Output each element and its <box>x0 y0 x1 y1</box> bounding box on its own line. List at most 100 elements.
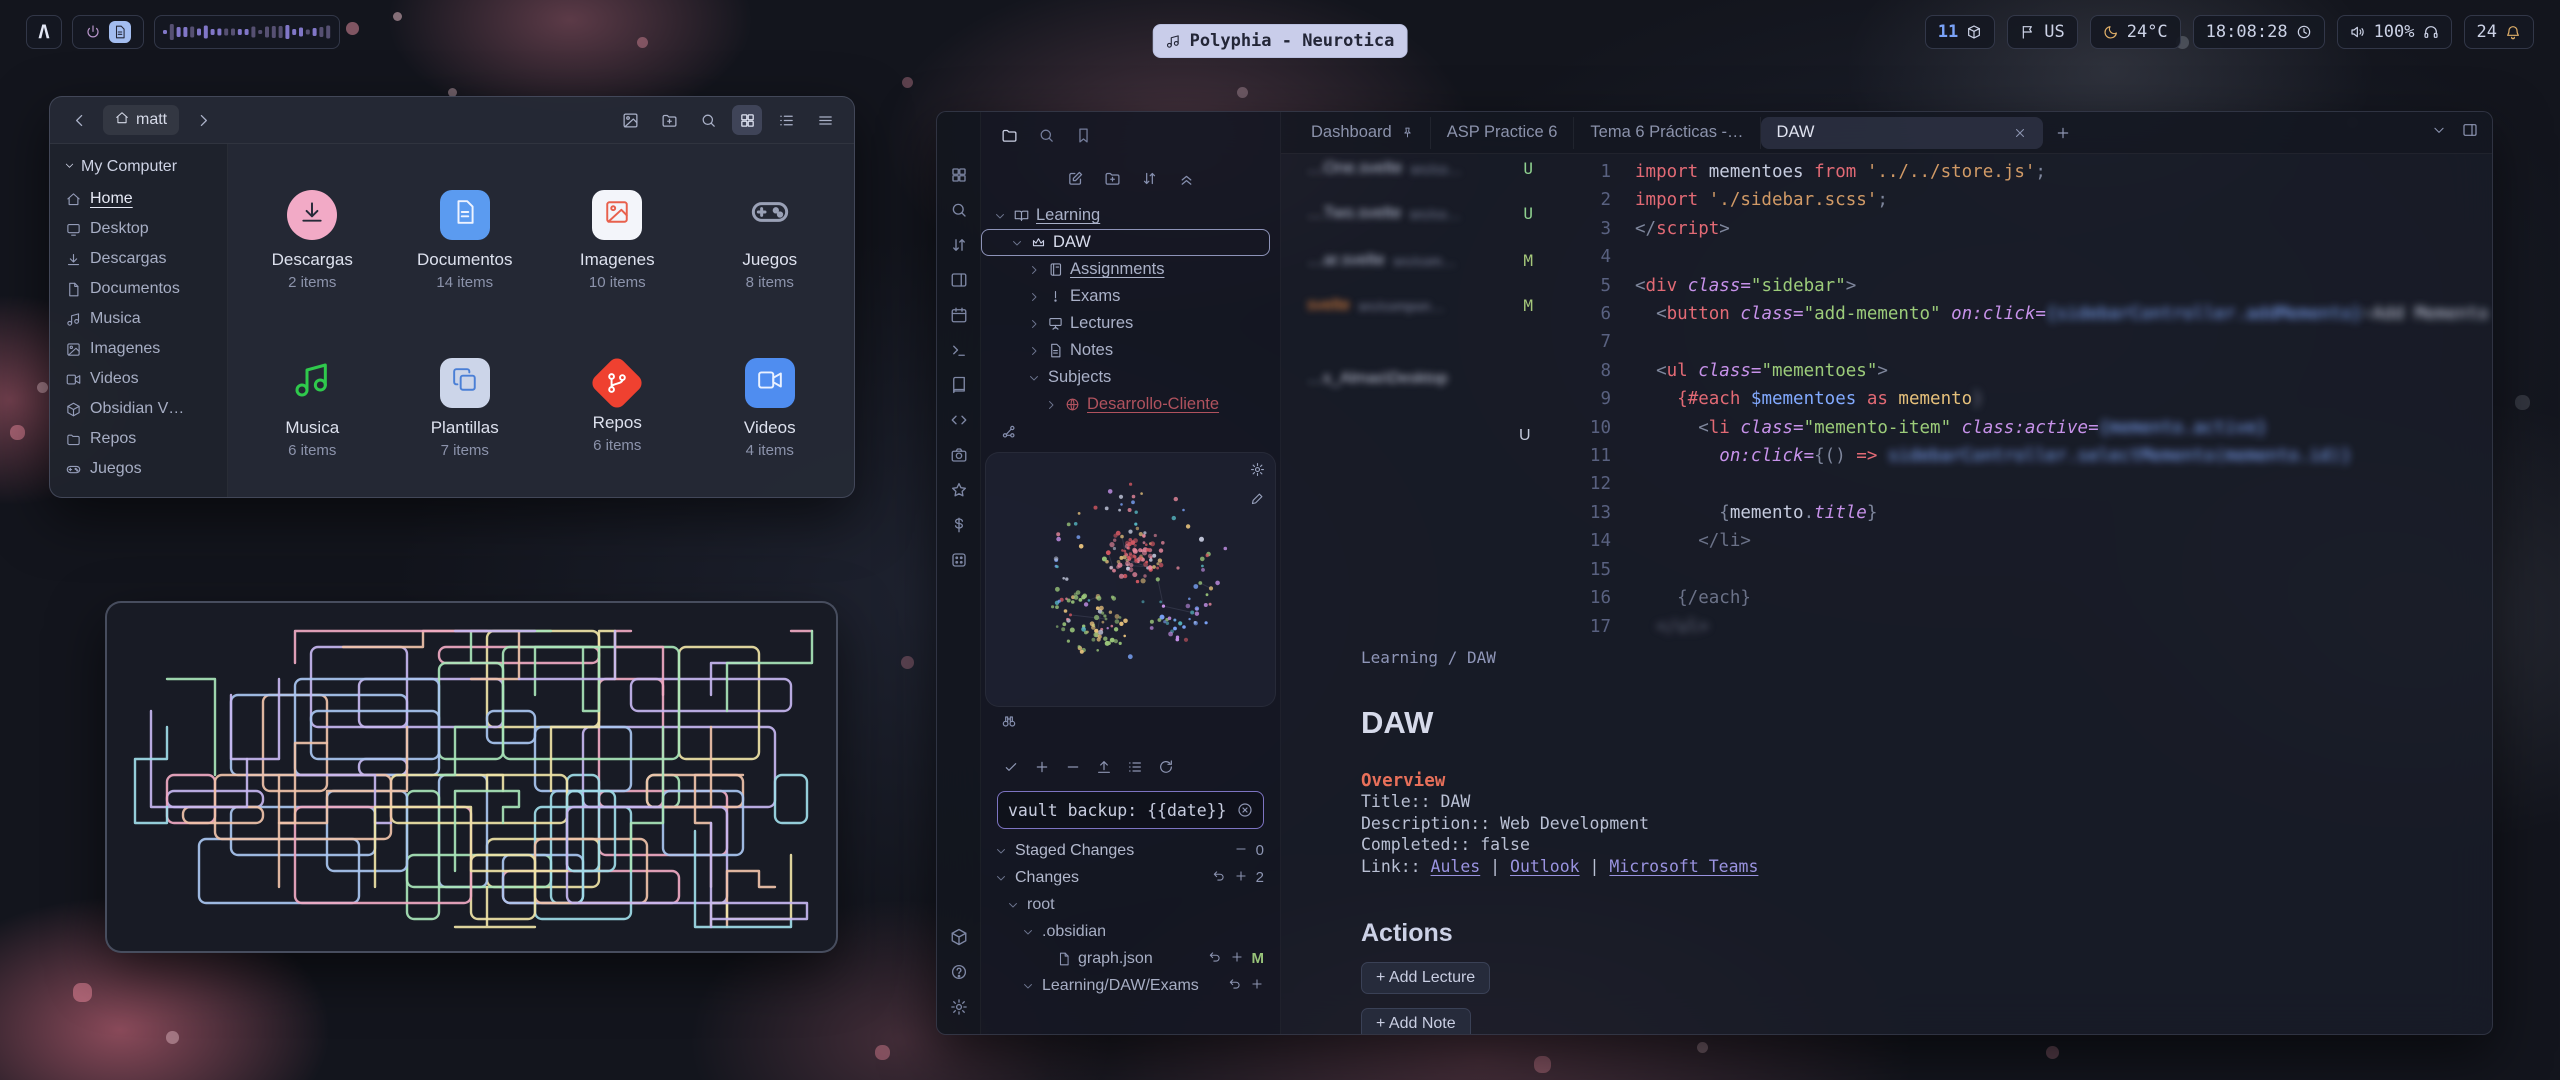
tab-tema-6-pr-cticas[interactable]: Tema 6 Prácticas -… <box>1574 117 1760 149</box>
graph-panel-icon[interactable] <box>1001 424 1017 445</box>
blurred-file-item[interactable]: …ar.sveltesrc/com…M <box>1307 251 1533 270</box>
tree-item-learning[interactable]: Learning <box>981 202 1270 229</box>
launcher-button[interactable]: Λ <box>26 15 62 49</box>
preview-toggle-icon[interactable] <box>615 105 645 135</box>
git-panel-icon[interactable] <box>1001 713 1017 734</box>
tab-dashboard[interactable]: Dashboard <box>1295 117 1431 149</box>
sidebar-item-juegos[interactable]: Juegos <box>58 454 219 484</box>
commit-message-input[interactable]: vault backup: {{date}} <box>997 791 1264 829</box>
tab-asp-practice-6[interactable]: ASP Practice 6 <box>1431 117 1575 149</box>
git-section-changes[interactable]: Changes2 <box>981 864 1280 891</box>
link-microsoft-teams[interactable]: Microsoft Teams <box>1609 857 1758 876</box>
help-ribbon-icon[interactable] <box>948 961 970 983</box>
list-git-icon[interactable] <box>1127 759 1143 780</box>
minus-git-icon[interactable] <box>1065 759 1081 780</box>
folder-plantillas[interactable]: Plantillas7 items <box>389 324 542 492</box>
tree-item-notes[interactable]: Notes <box>981 337 1270 364</box>
button-add-lecture[interactable]: + Add Lecture <box>1361 962 1490 994</box>
plus-icon[interactable] <box>1230 950 1244 968</box>
folder-sidebar-tab-icon[interactable] <box>1001 127 1018 149</box>
folder-descargas[interactable]: Descargas2 items <box>236 156 389 324</box>
folder-musica[interactable]: Musica6 items <box>236 324 389 492</box>
breadcrumb[interactable]: matt <box>103 105 179 135</box>
notes-icon[interactable] <box>109 21 131 43</box>
folder-juegos[interactable]: Juegos8 items <box>694 156 847 324</box>
refresh-git-icon[interactable] <box>1158 759 1174 780</box>
git-change-learning-daw-exams[interactable]: Learning/DAW/Exams <box>981 972 1280 999</box>
sidebar-item-documentos[interactable]: Documentos <box>58 274 219 304</box>
sidebar-item-videos[interactable]: Videos <box>58 364 219 394</box>
dollar-ribbon-icon[interactable] <box>948 514 970 536</box>
tree-item-desarrollo-cliente[interactable]: Desarrollo-Cliente <box>981 391 1270 418</box>
undo-icon[interactable] <box>1212 869 1226 887</box>
graph-style-icon[interactable] <box>1250 491 1265 511</box>
code-ribbon-icon[interactable] <box>948 409 970 431</box>
sort-ribbon-icon[interactable] <box>948 234 970 256</box>
tree-item-assignments[interactable]: Assignments <box>981 256 1270 283</box>
sidebar-item-repos[interactable]: Repos <box>58 424 219 454</box>
media-pill[interactable]: Polyphia - Neurotica <box>1153 24 1408 58</box>
edit-action-icon[interactable] <box>1067 170 1084 187</box>
tab-daw[interactable]: DAW <box>1761 117 2043 149</box>
keyboard-layout-pill[interactable]: US <box>2007 15 2077 49</box>
plus-git-icon[interactable] <box>1034 759 1050 780</box>
tree-item-daw[interactable]: DAW <box>981 229 1270 256</box>
notifications-pill[interactable]: 24 <box>2464 15 2534 49</box>
forward-button[interactable] <box>188 105 218 135</box>
grid-view-icon[interactable] <box>732 105 762 135</box>
volume-pill[interactable]: 100% <box>2337 15 2452 49</box>
plus-icon[interactable] <box>1234 869 1248 887</box>
folder-documentos[interactable]: Documentos14 items <box>389 156 542 324</box>
check-git-icon[interactable] <box>1003 759 1019 780</box>
terminal-ribbon-icon[interactable] <box>948 339 970 361</box>
layout-ribbon-icon[interactable] <box>948 269 970 291</box>
plus-icon[interactable] <box>1250 977 1264 995</box>
local-graph-view[interactable] <box>985 452 1276 707</box>
blurred-file-item[interactable]: sveltesrc/compon…M <box>1307 296 1533 315</box>
note-breadcrumb[interactable]: Learning / DAW <box>1361 648 2261 667</box>
tree-item-subjects[interactable]: Subjects <box>981 364 1270 391</box>
sidebar-item-imagenes[interactable]: Imagenes <box>58 334 219 364</box>
undo-icon[interactable] <box>1228 977 1242 995</box>
sidebar-item-descargas[interactable]: Descargas <box>58 244 219 274</box>
sidebar-item-home[interactable]: Home <box>58 184 219 214</box>
new-tab-button[interactable] <box>2055 125 2071 141</box>
sidebar-item-desktop[interactable]: Desktop <box>58 214 219 244</box>
git-section-staged-changes[interactable]: Staged Changes0 <box>981 837 1280 864</box>
blurred-file-item[interactable]: …Two.sveltesrc/co…U <box>1307 204 1533 223</box>
sort-action-icon[interactable] <box>1141 170 1158 187</box>
undo-icon[interactable] <box>1208 950 1222 968</box>
power-icon[interactable] <box>85 24 101 40</box>
tree-item-lectures[interactable]: Lectures <box>981 310 1270 337</box>
search-sidebar-tab-icon[interactable] <box>1038 127 1055 149</box>
weather-pill[interactable]: 24°C <box>2090 15 2181 49</box>
sidebar-item-musica[interactable]: Musica <box>58 304 219 334</box>
book-ribbon-icon[interactable] <box>948 374 970 396</box>
upload-git-icon[interactable] <box>1096 759 1112 780</box>
button-add-note[interactable]: + Add Note <box>1361 1008 1471 1034</box>
folder-repos[interactable]: Repos6 items <box>541 324 694 492</box>
link-aules[interactable]: Aules <box>1431 857 1481 876</box>
blurred-file-item[interactable]: …One.sveltesrc/co…U <box>1307 159 1533 178</box>
sidebar-section-title[interactable]: My Computer <box>58 154 219 184</box>
folder-imagenes[interactable]: Imagenes10 items <box>541 156 694 324</box>
updates-pill[interactable]: 11 <box>1925 15 1995 49</box>
graph-settings-icon[interactable] <box>1250 462 1265 482</box>
tab-list-icon[interactable] <box>2432 123 2446 142</box>
search-icon[interactable] <box>693 105 723 135</box>
clock-pill[interactable]: 18:08:28 <box>2193 15 2325 49</box>
link-outlook[interactable]: Outlook <box>1510 857 1580 876</box>
tree-item-exams[interactable]: Exams <box>981 283 1270 310</box>
git-change-obsidian[interactable]: .obsidian <box>981 918 1280 945</box>
close-tab-icon[interactable] <box>2013 126 2027 140</box>
folder-videos[interactable]: Videos4 items <box>694 324 847 492</box>
sidebar-item-obsidian-v[interactable]: Obsidian V… <box>58 394 219 424</box>
calendar-ribbon-icon[interactable] <box>948 304 970 326</box>
bookmark-sidebar-tab-icon[interactable] <box>1075 127 1092 149</box>
grid-ribbon-icon[interactable] <box>948 164 970 186</box>
clear-message-icon[interactable] <box>1237 802 1253 818</box>
code-editor[interactable]: 1234567891011121314151617 import memento… <box>1569 158 2488 641</box>
camera-ribbon-icon[interactable] <box>948 444 970 466</box>
minus-icon[interactable] <box>1234 842 1248 860</box>
workspace-visualizer[interactable] <box>154 15 340 49</box>
